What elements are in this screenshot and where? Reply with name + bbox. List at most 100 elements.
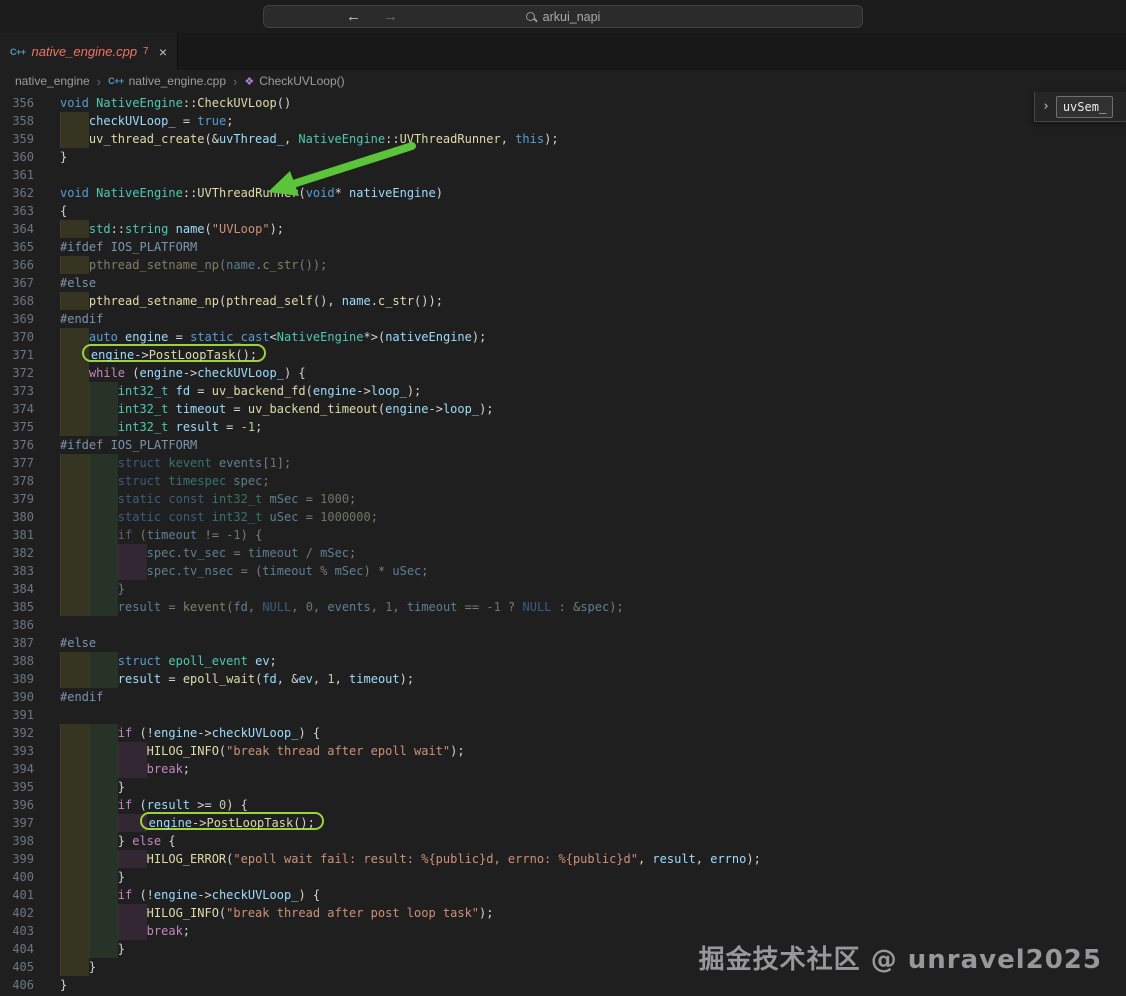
code-line[interactable]: 379 static const int32_t mSec = 1000; bbox=[0, 490, 1126, 508]
code-line-text[interactable]: uv_thread_create(&uvThread_, NativeEngin… bbox=[60, 130, 1126, 148]
code-line[interactable]: 385 result = kevent(fd, NULL, 0, events, … bbox=[0, 598, 1126, 616]
code-token[interactable]: } bbox=[118, 942, 125, 956]
code-token[interactable]: engine bbox=[91, 348, 134, 362]
line-number[interactable]: 361 bbox=[0, 166, 34, 184]
code-token[interactable]: result bbox=[118, 672, 161, 686]
code-token[interactable] bbox=[168, 402, 175, 416]
code-line[interactable]: 360} bbox=[0, 148, 1126, 166]
code-token[interactable]: = ( bbox=[233, 564, 263, 578]
code-line-text[interactable]: void NativeEngine::UVThreadRunner(void* … bbox=[60, 184, 1126, 202]
code-token[interactable]: -> bbox=[197, 726, 211, 740]
code-token[interactable]: checkUVLoop_ bbox=[197, 366, 284, 380]
code-token[interactable]: spec bbox=[147, 546, 176, 560]
code-token[interactable]: result bbox=[118, 600, 161, 614]
code-token[interactable]: if bbox=[118, 798, 132, 812]
code-token[interactable]: ev bbox=[298, 672, 312, 686]
code-token[interactable]: ev bbox=[255, 654, 269, 668]
code-token[interactable] bbox=[262, 510, 269, 524]
code-token[interactable]: events bbox=[219, 456, 262, 470]
code-token[interactable]: () bbox=[277, 96, 291, 110]
code-line[interactable]: 358 checkUVLoop_ = true; bbox=[0, 112, 1126, 130]
code-line[interactable]: 362 void NativeEngine::UVThreadRunner(voi… bbox=[0, 184, 1126, 202]
code-token[interactable]: engine bbox=[385, 402, 428, 416]
code-line[interactable]: 369 #endif bbox=[0, 310, 1126, 328]
code-token[interactable]: HILOG_ERROR bbox=[147, 852, 226, 866]
code-token[interactable]: . bbox=[176, 546, 183, 560]
code-token[interactable]: -1 bbox=[226, 528, 240, 542]
code-line-text[interactable]: HILOG_ERROR("epoll wait fail: result: %{… bbox=[60, 850, 1126, 868]
code-token[interactable]: #else bbox=[60, 636, 96, 650]
code-token[interactable]: ()); bbox=[298, 258, 327, 272]
code-line[interactable]: 395} bbox=[0, 778, 1126, 796]
code-line[interactable]: 365 #ifdef IOS_PLATFORM bbox=[0, 238, 1126, 256]
code-token[interactable] bbox=[205, 492, 212, 506]
code-line-text[interactable]: if (!engine->checkUVLoop_) { bbox=[60, 724, 1126, 742]
code-line-text[interactable]: checkUVLoop_ = true; bbox=[60, 112, 1126, 130]
code-token[interactable]: ; bbox=[183, 924, 190, 938]
code-token[interactable]: . bbox=[371, 294, 378, 308]
code-token[interactable]: , bbox=[291, 600, 305, 614]
code-token[interactable]: 1000 bbox=[320, 492, 349, 506]
line-number[interactable]: 375 bbox=[0, 418, 34, 436]
code-token[interactable] bbox=[212, 456, 219, 470]
code-token[interactable]: 1 bbox=[270, 456, 277, 470]
code-token[interactable]: -> bbox=[134, 348, 148, 362]
code-line-text[interactable]: #ifdef IOS_PLATFORM bbox=[60, 436, 1126, 454]
code-line-text[interactable]: spec.tv_nsec = (timeout % mSec) * uSec; bbox=[60, 562, 1126, 580]
find-input[interactable]: uvSem_ bbox=[1055, 95, 1114, 118]
code-token[interactable]: , & bbox=[277, 672, 299, 686]
code-line-text[interactable]: spec.tv_sec = timeout / mSec; bbox=[60, 544, 1126, 562]
code-line-text[interactable]: engine->PostLoopTask(); bbox=[60, 812, 1126, 832]
code-token[interactable]: CheckUVLoop bbox=[197, 96, 276, 110]
code-token[interactable]: void bbox=[60, 96, 89, 110]
code-token[interactable]: c_str bbox=[262, 258, 298, 272]
code-token[interactable]: ); bbox=[407, 384, 421, 398]
code-token[interactable]: NativeEngine bbox=[96, 186, 183, 200]
code-token[interactable]: HILOG_INFO bbox=[147, 906, 219, 920]
line-number[interactable]: 384 bbox=[0, 580, 34, 598]
code-line-text[interactable]: pthread_setname_np(name.c_str()); bbox=[60, 256, 1126, 274]
code-token[interactable]: ); bbox=[472, 330, 486, 344]
code-line[interactable]: 386 bbox=[0, 616, 1126, 634]
code-token[interactable]: ); bbox=[479, 906, 493, 920]
code-token[interactable]: , bbox=[313, 600, 327, 614]
code-token[interactable]: , bbox=[284, 132, 298, 146]
code-token[interactable]: timeout bbox=[407, 600, 458, 614]
code-token[interactable]: -1 bbox=[486, 600, 500, 614]
code-token[interactable]: #endif bbox=[60, 312, 103, 326]
code-token[interactable]: string bbox=[125, 222, 168, 236]
code-token[interactable]: loop_ bbox=[371, 384, 407, 398]
code-token[interactable]: (), bbox=[313, 294, 342, 308]
code-token[interactable]: ; bbox=[421, 564, 428, 578]
code-token[interactable]: , bbox=[313, 672, 327, 686]
line-number[interactable]: 387 bbox=[0, 634, 34, 652]
code-editor[interactable]: 356 void NativeEngine::CheckUVLoop() 358 ch… bbox=[0, 92, 1126, 996]
code-token[interactable]: name bbox=[342, 294, 371, 308]
code-token[interactable] bbox=[118, 330, 125, 344]
code-token[interactable]: -> bbox=[197, 888, 211, 902]
line-number[interactable]: 394 bbox=[0, 760, 34, 778]
code-token[interactable]: -> bbox=[356, 384, 370, 398]
code-token[interactable]: pthread_setname_np bbox=[89, 294, 219, 308]
code-token[interactable]: , bbox=[371, 600, 385, 614]
code-token[interactable] bbox=[248, 654, 255, 668]
code-token[interactable]: uv_thread_create bbox=[89, 132, 205, 146]
code-token[interactable]: } bbox=[89, 960, 96, 974]
code-token[interactable]: . bbox=[176, 564, 183, 578]
code-token[interactable]: HILOG_INFO bbox=[147, 744, 219, 758]
code-token[interactable]: spec bbox=[233, 474, 262, 488]
code-token[interactable]: NULL bbox=[262, 600, 291, 614]
code-token[interactable]: , bbox=[392, 600, 406, 614]
code-token[interactable]: 0 bbox=[306, 600, 313, 614]
code-token[interactable]: uSec bbox=[270, 510, 299, 524]
code-line[interactable]: 361 bbox=[0, 166, 1126, 184]
code-token[interactable]: = bbox=[226, 546, 248, 560]
chevron-right-icon[interactable]: › bbox=[1042, 98, 1050, 116]
code-token[interactable] bbox=[168, 420, 175, 434]
code-token[interactable]: fd bbox=[176, 384, 190, 398]
code-line[interactable]: 397 engine->PostLoopTask(); bbox=[0, 812, 1126, 832]
code-token[interactable]: ; bbox=[270, 654, 277, 668]
code-line[interactable]: 388 struct epoll_event ev; bbox=[0, 652, 1126, 670]
code-token[interactable]: epoll_event bbox=[168, 654, 247, 668]
line-number[interactable]: 393 bbox=[0, 742, 34, 760]
